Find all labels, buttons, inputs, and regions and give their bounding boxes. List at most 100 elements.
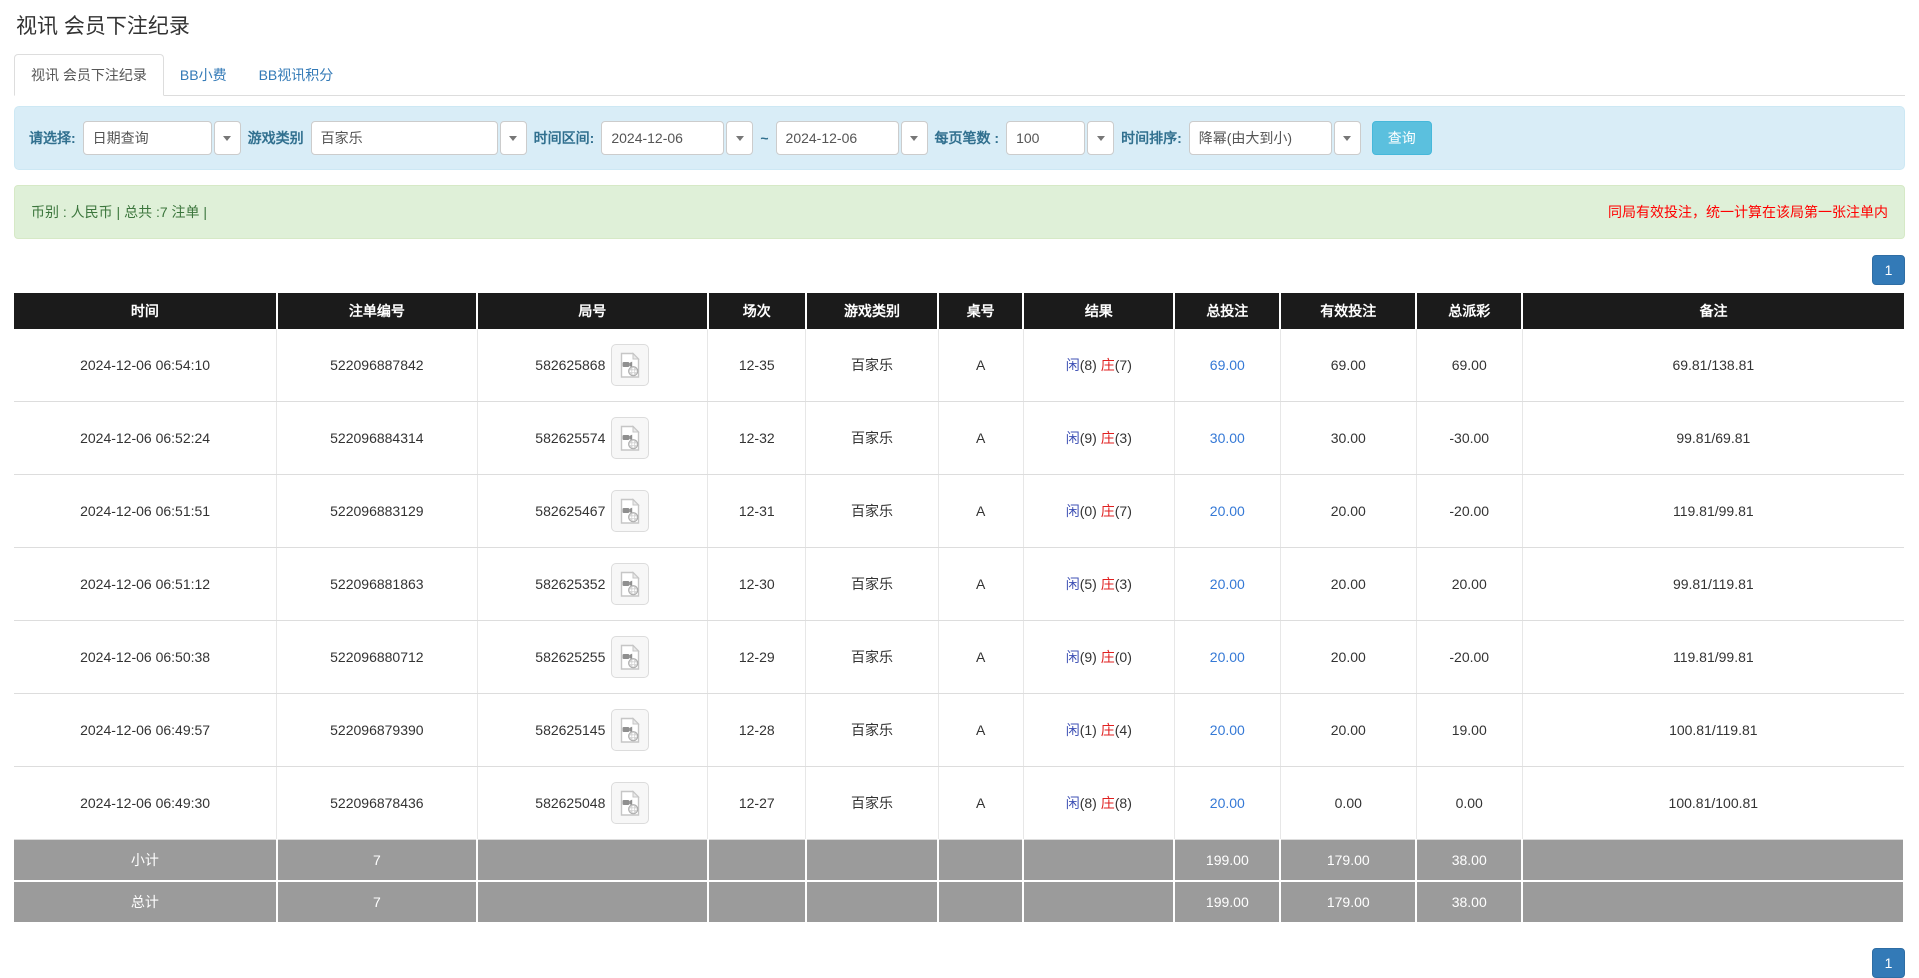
total-row-label: 总计 (14, 881, 277, 923)
result-banker-label: 庄 (1101, 430, 1115, 446)
video-replay-button[interactable] (611, 709, 649, 751)
cell-table-no: A (938, 475, 1023, 548)
subtotal-row-empty-cell (1023, 840, 1174, 882)
total-bet-link[interactable]: 30.00 (1210, 430, 1245, 446)
table-row: 2024-12-06 06:54:10522096887842582625868… (14, 329, 1904, 402)
page-size-select[interactable]: 100 (1006, 121, 1114, 155)
cell-time: 2024-12-06 06:51:51 (14, 475, 277, 548)
cell-session: 12-35 (708, 329, 806, 402)
video-replay-button[interactable] (611, 490, 649, 532)
cell-game-type: 百家乐 (806, 694, 938, 767)
video-file-icon (619, 644, 641, 671)
header-remark: 备注 (1522, 293, 1904, 329)
cell-result: 闲(5) 庄(3) (1023, 548, 1174, 621)
cell-remark: 100.81/119.81 (1522, 694, 1904, 767)
page-title: 视讯 会员下注纪录 (16, 10, 1905, 40)
video-replay-button[interactable] (611, 563, 649, 605)
subtotal-row-empty-cell (938, 840, 1023, 882)
total-bet-link[interactable]: 20.00 (1210, 576, 1245, 592)
chevron-down-icon[interactable] (1334, 121, 1361, 155)
result-player-label: 闲 (1066, 430, 1080, 446)
cell-session: 12-32 (708, 402, 806, 475)
cell-remark: 100.81/100.81 (1522, 767, 1904, 840)
cell-round-id: 582625467 (477, 475, 708, 548)
tab-bb-video-points[interactable]: BB视讯积分 (243, 55, 350, 95)
cell-game-type: 百家乐 (806, 475, 938, 548)
total-bet-link[interactable]: 20.00 (1210, 503, 1245, 519)
chevron-down-icon[interactable] (1087, 121, 1114, 155)
cell-table-no: A (938, 621, 1023, 694)
total-bet-link[interactable]: 20.00 (1210, 795, 1245, 811)
cell-table-no: A (938, 694, 1023, 767)
header-total-bet: 总投注 (1174, 293, 1280, 329)
video-file-icon (619, 498, 641, 525)
cell-remark: 119.81/99.81 (1522, 475, 1904, 548)
header-bet-id: 注单编号 (277, 293, 477, 329)
cell-valid-bet: 30.00 (1280, 402, 1416, 475)
cell-session: 12-27 (708, 767, 806, 840)
video-replay-button[interactable] (611, 782, 649, 824)
video-file-icon (619, 571, 641, 598)
cell-game-type: 百家乐 (806, 402, 938, 475)
cell-table-no: A (938, 402, 1023, 475)
query-type-label: 请选择: (29, 128, 76, 148)
subtotal-row-empty-cell (708, 840, 806, 882)
subtotal-row-payout: 38.00 (1416, 840, 1522, 882)
search-button[interactable]: 查询 (1372, 121, 1432, 155)
chevron-down-icon[interactable] (500, 121, 527, 155)
cell-valid-bet: 0.00 (1280, 767, 1416, 840)
tab-betting-records[interactable]: 视讯 会员下注纪录 (14, 54, 164, 96)
valid-bet-notice: 同局有效投注，统一计算在该局第一张注单内 (1608, 202, 1888, 222)
cell-session: 12-31 (708, 475, 806, 548)
cell-bet-id: 522096879390 (277, 694, 477, 767)
total-bet-link[interactable]: 20.00 (1210, 722, 1245, 738)
cell-payout: -30.00 (1416, 402, 1522, 475)
cell-game-type: 百家乐 (806, 767, 938, 840)
page-size-label: 每页笔数 : (935, 128, 1000, 148)
page-root: 视讯 会员下注纪录 视讯 会员下注纪录 BB小费 BB视讯积分 请选择: 日期查… (0, 0, 1919, 978)
date-range-tilde: ~ (760, 130, 768, 146)
date-to-select[interactable]: 2024-12-06 (776, 121, 928, 155)
total-row-payout: 38.00 (1416, 881, 1522, 923)
video-replay-button[interactable] (611, 344, 649, 386)
cell-time: 2024-12-06 06:51:12 (14, 548, 277, 621)
cell-valid-bet: 69.00 (1280, 329, 1416, 402)
page-1-button[interactable]: 1 (1872, 255, 1905, 285)
table-row: 2024-12-06 06:50:38522096880712582625255… (14, 621, 1904, 694)
result-banker-value: (4) (1115, 722, 1132, 738)
page-1-button[interactable]: 1 (1872, 948, 1905, 978)
subtotal-row-empty-cell (806, 840, 938, 882)
game-type-select[interactable]: 百家乐 (311, 121, 527, 155)
pagination-bottom: 1 (14, 948, 1905, 978)
cell-total-bet: 20.00 (1174, 475, 1280, 548)
sort-order-select[interactable]: 降幂(由大到小) (1189, 121, 1361, 155)
result-player-value: (0) (1080, 503, 1097, 519)
result-banker-value: (8) (1115, 795, 1132, 811)
cell-remark: 99.81/119.81 (1522, 548, 1904, 621)
table-row: 2024-12-06 06:51:51522096883129582625467… (14, 475, 1904, 548)
page-size-value: 100 (1006, 121, 1085, 155)
cell-valid-bet: 20.00 (1280, 621, 1416, 694)
currency-total-text: 币别 : 人民币 | 总共 :7 注单 | (31, 202, 207, 222)
total-bet-link[interactable]: 69.00 (1210, 357, 1245, 373)
result-player-value: (1) (1080, 722, 1097, 738)
chevron-down-icon[interactable] (726, 121, 753, 155)
chevron-down-icon[interactable] (214, 121, 241, 155)
result-player-label: 闲 (1066, 503, 1080, 519)
cell-game-type: 百家乐 (806, 621, 938, 694)
table-row: 2024-12-06 06:51:12522096881863582625352… (14, 548, 1904, 621)
subtotal-row-empty-cell (477, 840, 708, 882)
cell-payout: 69.00 (1416, 329, 1522, 402)
result-player-label: 闲 (1066, 357, 1080, 373)
video-replay-button[interactable] (611, 417, 649, 459)
chevron-down-icon[interactable] (901, 121, 928, 155)
header-result: 结果 (1023, 293, 1174, 329)
tab-bb-tips[interactable]: BB小费 (164, 55, 243, 95)
cell-total-bet: 69.00 (1174, 329, 1280, 402)
video-replay-button[interactable] (611, 636, 649, 678)
total-bet-link[interactable]: 20.00 (1210, 649, 1245, 665)
cell-bet-id: 522096884314 (277, 402, 477, 475)
date-from-select[interactable]: 2024-12-06 (601, 121, 753, 155)
query-type-select[interactable]: 日期查询 (83, 121, 241, 155)
header-payout: 总派彩 (1416, 293, 1522, 329)
